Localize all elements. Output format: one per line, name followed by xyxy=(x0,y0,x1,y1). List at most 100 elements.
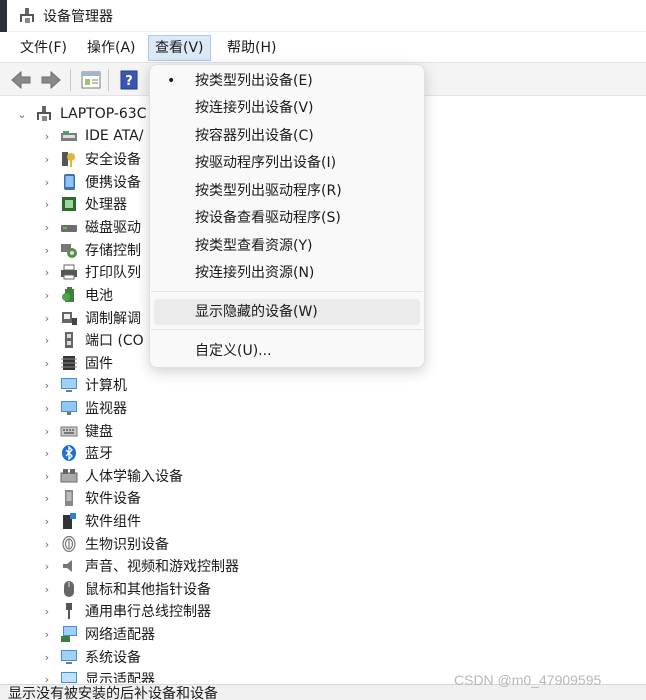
tree-item[interactable]: › 系统设备 xyxy=(42,646,141,668)
mouse-icon xyxy=(60,580,78,598)
tree-item[interactable]: › 人体学输入设备 xyxy=(42,465,183,487)
menu-bar: 文件(F) 操作(A) 查看(V) 帮助(H) xyxy=(0,34,646,62)
portable-device-icon xyxy=(60,173,78,191)
security-key-icon xyxy=(60,150,78,168)
port-icon xyxy=(60,331,78,349)
chevron-right-icon[interactable]: › xyxy=(42,402,52,415)
toolbar-separator xyxy=(70,69,71,91)
chevron-right-icon[interactable]: › xyxy=(42,312,52,325)
menu-item-list-by-driver[interactable]: 按驱动程序列出设备(I) xyxy=(154,150,420,176)
title-bar: 设备管理器 xyxy=(0,0,646,32)
chevron-right-icon[interactable]: › xyxy=(42,470,52,483)
window-title: 设备管理器 xyxy=(43,9,113,25)
menu-item-customize[interactable]: 自定义(U)... xyxy=(154,338,420,364)
chevron-right-icon[interactable]: › xyxy=(42,289,52,302)
chevron-right-icon[interactable]: › xyxy=(42,176,52,189)
software-component-icon xyxy=(60,512,78,530)
tree-root-label: LAPTOP-63C xyxy=(60,106,147,122)
properties-icon[interactable] xyxy=(80,69,102,91)
tree-item[interactable]: › 存储控制 xyxy=(42,239,141,261)
menu-item-list-by-connection[interactable]: 按连接列出设备(V) xyxy=(154,95,420,121)
view-menu-dropdown: • 按类型列出设备(E) 按连接列出设备(V) 按容器列出设备(C) 按驱动程序列… xyxy=(149,64,425,368)
system-device-icon xyxy=(60,648,78,666)
tree-item[interactable]: › 调制解调 xyxy=(42,307,141,329)
chevron-right-icon[interactable]: › xyxy=(42,198,52,211)
tree-item[interactable]: › 生物识别设备 xyxy=(42,533,169,555)
fingerprint-icon xyxy=(60,535,78,553)
hid-icon xyxy=(60,467,78,485)
tree-item[interactable]: › 监视器 xyxy=(42,397,127,419)
tree-item[interactable]: › 软件设备 xyxy=(42,487,141,509)
svg-text:?: ? xyxy=(125,74,133,89)
chevron-right-icon[interactable]: › xyxy=(42,583,52,596)
menu-file[interactable]: 文件(F) xyxy=(14,35,73,61)
chevron-right-icon[interactable]: › xyxy=(42,130,52,143)
menu-item-resources-by-type[interactable]: 按类型查看资源(Y) xyxy=(154,233,420,259)
ide-controller-icon xyxy=(60,127,78,145)
checked-bullet-icon: • xyxy=(167,73,176,89)
tree-item[interactable]: › 固件 xyxy=(42,352,113,374)
back-arrow-icon[interactable] xyxy=(10,69,32,91)
tree-item[interactable]: › 处理器 xyxy=(42,193,127,215)
chevron-right-icon[interactable]: › xyxy=(42,266,52,279)
chevron-right-icon[interactable]: › xyxy=(42,492,52,505)
firmware-icon xyxy=(60,354,78,372)
tree-item[interactable]: › 鼠标和其他指针设备 xyxy=(42,578,211,600)
chevron-right-icon[interactable]: › xyxy=(42,153,52,166)
tree-item[interactable]: › 端口 (CO xyxy=(42,329,144,351)
processor-icon xyxy=(60,195,78,213)
forward-arrow-icon[interactable] xyxy=(40,69,62,91)
menu-separator xyxy=(151,329,423,330)
tree-item[interactable]: › 电池 xyxy=(42,284,113,306)
chevron-right-icon[interactable]: › xyxy=(42,515,52,528)
tree-item[interactable]: › 磁盘驱动 xyxy=(42,216,141,238)
chevron-right-icon[interactable]: › xyxy=(42,425,52,438)
chevron-right-icon[interactable]: › xyxy=(42,447,52,460)
chevron-right-icon[interactable]: › xyxy=(42,379,52,392)
help-icon[interactable]: ? xyxy=(118,69,140,91)
menu-item-show-hidden-devices[interactable]: 显示隐藏的设备(W) xyxy=(154,299,420,325)
chevron-right-icon[interactable]: › xyxy=(42,560,52,573)
menu-item-resources-by-connection[interactable]: 按连接列出资源(N) xyxy=(154,260,420,286)
chevron-right-icon[interactable]: › xyxy=(42,538,52,551)
computer-root-icon xyxy=(35,105,53,123)
tree-item[interactable]: › 安全设备 xyxy=(42,148,141,170)
window-edge xyxy=(0,0,7,32)
usb-icon xyxy=(60,602,78,620)
tree-item[interactable]: › 键盘 xyxy=(42,420,113,442)
chevron-right-icon[interactable]: › xyxy=(42,334,52,347)
menu-item-drivers-by-device[interactable]: 按设备查看驱动程序(S) xyxy=(154,205,420,231)
tree-item[interactable]: › 打印队列 xyxy=(42,261,141,283)
chevron-right-icon[interactable]: › xyxy=(42,651,52,664)
menu-item-list-by-container[interactable]: 按容器列出设备(C) xyxy=(154,123,420,149)
tree-item[interactable]: › 声音、视频和游戏控制器 xyxy=(42,555,239,577)
printer-icon xyxy=(60,263,78,281)
menu-action[interactable]: 操作(A) xyxy=(81,35,142,61)
computer-icon xyxy=(60,376,78,394)
chevron-right-icon[interactable]: › xyxy=(42,673,52,684)
chevron-right-icon[interactable]: › xyxy=(42,221,52,234)
chevron-right-icon[interactable]: › xyxy=(42,605,52,618)
tree-item[interactable]: › 软件组件 xyxy=(42,510,141,532)
menu-view[interactable]: 查看(V) xyxy=(148,35,211,61)
tree-item[interactable]: › 蓝牙 xyxy=(42,442,113,464)
tree-item[interactable]: › 计算机 xyxy=(42,374,127,396)
tree-item[interactable]: › 便携设备 xyxy=(42,171,141,193)
display-adapter-icon xyxy=(60,670,78,683)
menu-item-drivers-by-type[interactable]: 按类型列出驱动程序(R) xyxy=(154,178,420,204)
menu-help[interactable]: 帮助(H) xyxy=(221,35,282,61)
chevron-right-icon[interactable]: › xyxy=(42,244,52,257)
tree-item[interactable]: › 显示适配器 xyxy=(42,668,155,683)
chevron-right-icon[interactable]: › xyxy=(42,628,52,641)
modem-icon xyxy=(60,309,78,327)
chevron-right-icon[interactable]: › xyxy=(42,357,52,370)
tree-item[interactable]: › IDE ATA/ xyxy=(42,125,144,147)
software-device-icon xyxy=(60,489,78,507)
network-adapter-icon xyxy=(60,625,78,643)
tree-item[interactable]: › 通用串行总线控制器 xyxy=(42,600,211,622)
tree-item[interactable]: › 网络适配器 xyxy=(42,623,155,645)
chevron-down-icon[interactable]: ⌄ xyxy=(17,108,27,121)
bluetooth-icon xyxy=(60,444,78,462)
tree-root[interactable]: ⌄ LAPTOP-63C xyxy=(17,103,147,125)
menu-item-list-by-type[interactable]: • 按类型列出设备(E) xyxy=(154,68,420,94)
